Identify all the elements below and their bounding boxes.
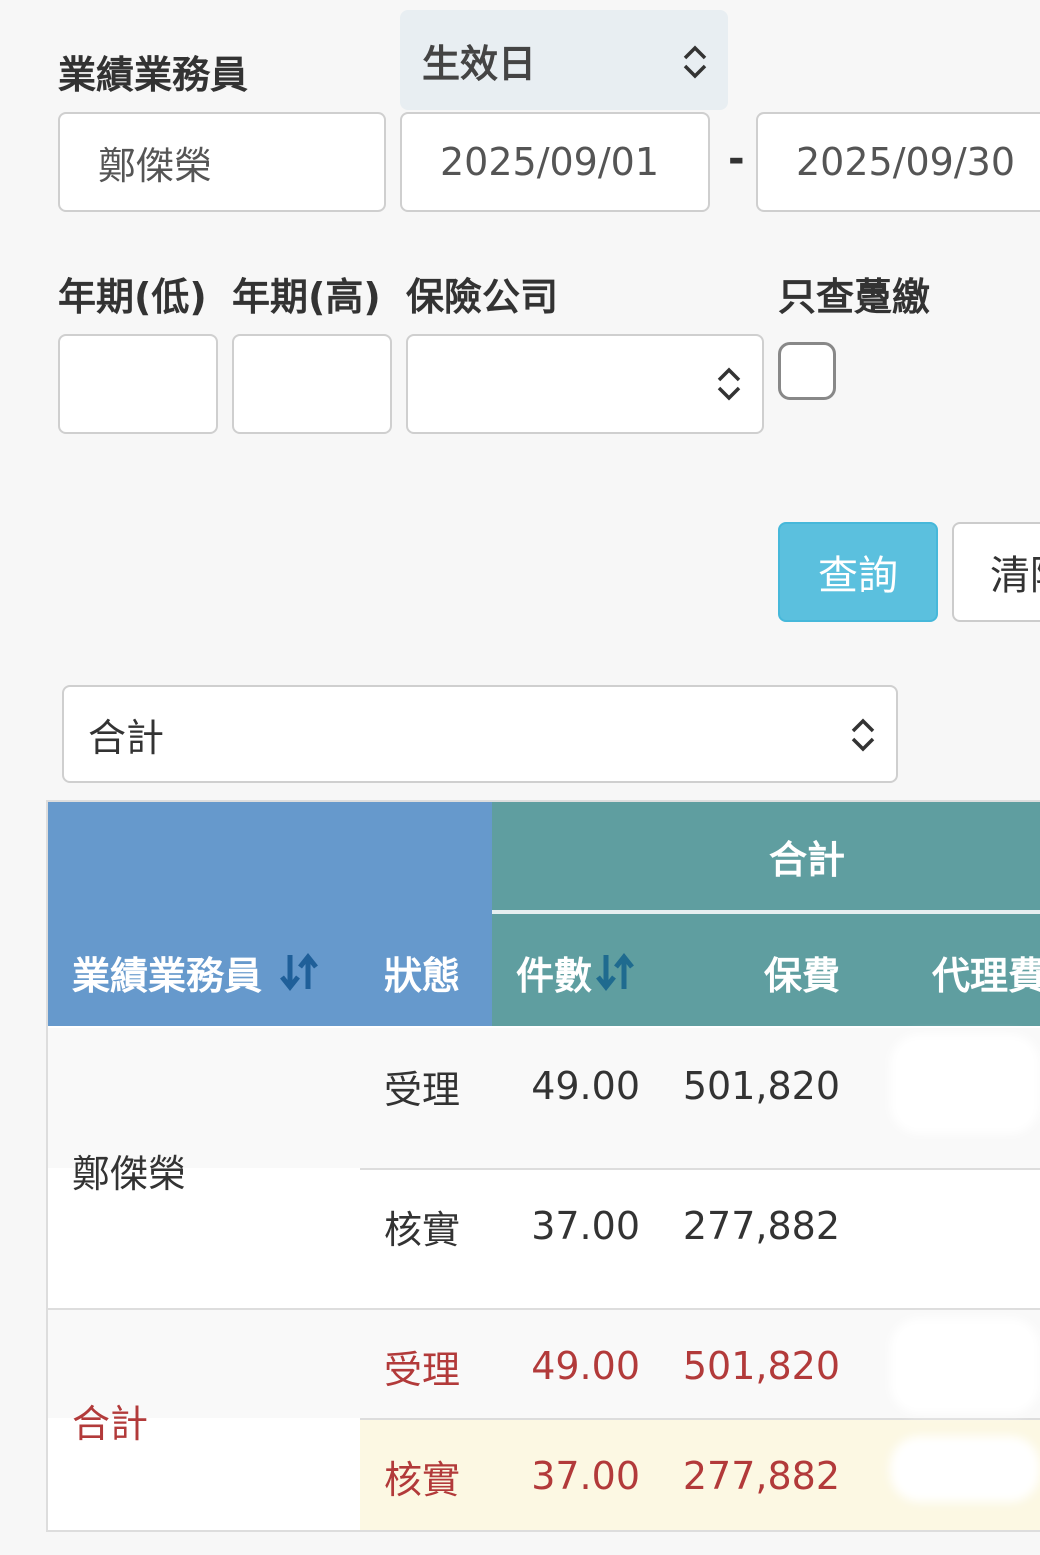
salesperson-label: 業績業務員 <box>58 53 249 97</box>
only-first-premium-checkbox[interactable] <box>778 342 836 400</box>
year-high-input[interactable] <box>232 334 392 434</box>
summary-select-value: 合計 <box>88 715 165 760</box>
row-count: 49.00 <box>531 1064 640 1108</box>
col-salesperson-label: 業績業務員 <box>72 953 263 998</box>
date-to-input[interactable]: 2025/09/30 <box>756 112 1040 212</box>
date-to-value: 2025/09/30 <box>796 140 1016 184</box>
query-button[interactable]: 查詢 <box>778 522 938 622</box>
sort-icon <box>596 952 634 992</box>
date-from-value: 2025/09/01 <box>440 140 660 184</box>
chevron-updown-icon <box>717 367 741 401</box>
row-premium: 501,820 <box>682 1064 840 1108</box>
total-name: 合計 <box>72 1401 149 1446</box>
year-high-label: 年期(高) <box>232 275 381 319</box>
year-low-label: 年期(低) <box>58 275 207 319</box>
col-count-header[interactable]: 件數 <box>516 940 636 1004</box>
date-from-input[interactable]: 2025/09/01 <box>400 112 710 212</box>
row-status: 核實 <box>384 1207 461 1252</box>
sort-icon <box>280 952 318 992</box>
group-header-total: 合計 <box>768 837 845 882</box>
header-divider <box>492 910 1040 914</box>
total-premium: 501,820 <box>682 1344 840 1388</box>
redacted-value <box>890 1034 1040 1134</box>
row-premium: 277,882 <box>682 1204 840 1248</box>
col-salesperson-header[interactable]: 業績業務員 <box>72 940 320 1004</box>
redacted-value <box>890 1318 1040 1414</box>
clear-button-label: 清除 <box>990 553 1040 599</box>
total-premium: 277,882 <box>682 1454 840 1498</box>
only-first-premium-label: 只查躉繳 <box>778 275 931 319</box>
col-status-header: 狀態 <box>384 953 461 998</box>
redacted-value <box>890 1196 1040 1256</box>
date-separator: - <box>728 136 745 182</box>
year-low-input[interactable] <box>58 334 218 434</box>
total-status: 受理 <box>384 1347 461 1392</box>
date-type-label: 生效日 <box>422 41 537 86</box>
row-count: 37.00 <box>531 1204 640 1248</box>
row-status: 受理 <box>384 1067 461 1112</box>
salesperson-input[interactable]: 鄭傑榮 <box>58 112 386 212</box>
insurer-label: 保險公司 <box>406 275 559 319</box>
col-count-label: 件數 <box>516 953 593 998</box>
row-divider <box>360 1168 1040 1170</box>
salesperson-value: 鄭傑榮 <box>98 143 213 188</box>
clear-button[interactable]: 清除 <box>952 522 1040 622</box>
summary-select[interactable]: 合計 <box>62 685 898 783</box>
date-type-select[interactable]: 生效日 <box>400 10 728 110</box>
col-premium-header: 保費 <box>763 953 840 998</box>
total-status: 核實 <box>384 1457 461 1502</box>
chevron-updown-icon <box>851 718 875 752</box>
col-agency-fee-header: 代理費 <box>932 953 1040 998</box>
row-salesperson-name: 鄭傑榮 <box>72 1151 187 1196</box>
redacted-value <box>890 1436 1040 1502</box>
total-count: 37.00 <box>531 1454 640 1498</box>
total-count: 49.00 <box>531 1344 640 1388</box>
chevron-updown-icon <box>683 45 707 79</box>
insurer-select[interactable] <box>406 334 764 434</box>
